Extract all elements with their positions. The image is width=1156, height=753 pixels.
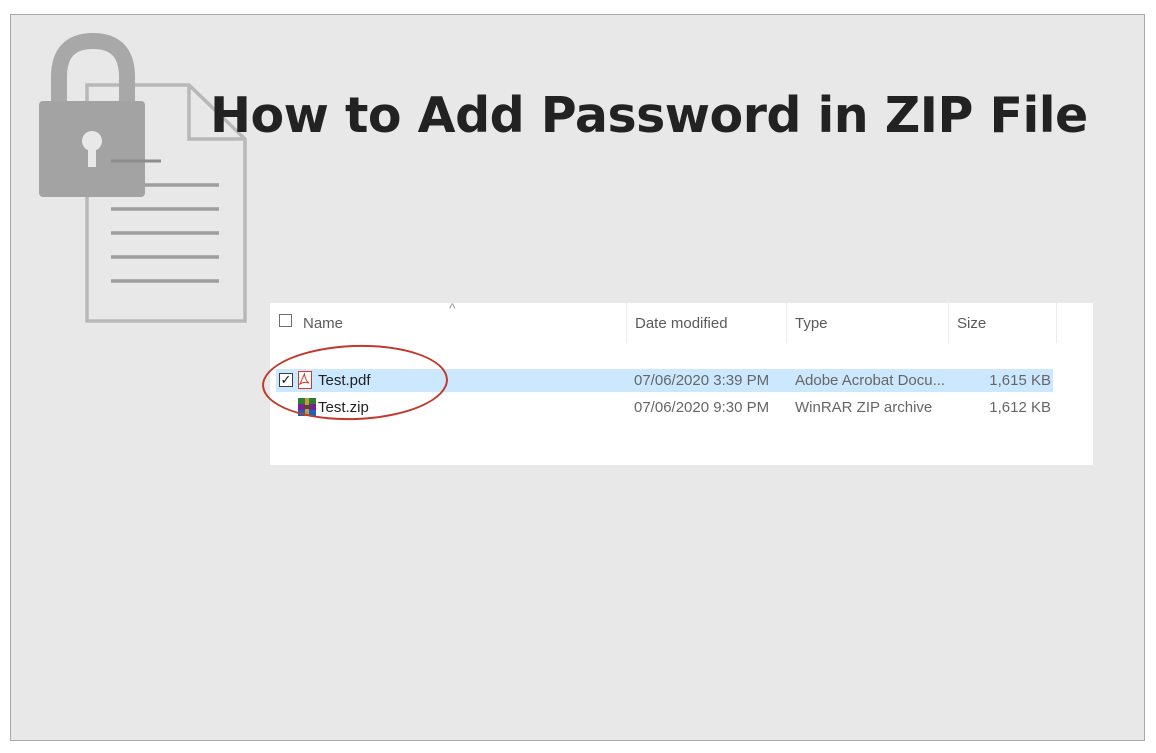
file-type: Adobe Acrobat Docu... bbox=[795, 372, 946, 389]
column-divider[interactable] bbox=[948, 303, 949, 343]
column-header-type[interactable]: Type bbox=[795, 315, 828, 332]
file-date-modified: 07/06/2020 9:30 PM bbox=[634, 399, 770, 416]
column-divider[interactable] bbox=[626, 303, 627, 343]
padlock-icon bbox=[39, 32, 161, 197]
column-divider[interactable] bbox=[1056, 303, 1057, 343]
column-divider[interactable] bbox=[786, 303, 787, 343]
column-header-name[interactable]: Name bbox=[303, 315, 343, 332]
column-header-date[interactable]: Date modified bbox=[635, 315, 728, 332]
column-header-row: Name ^ Date modified Type Size bbox=[270, 300, 1093, 343]
page-title: How to Add Password in ZIP File bbox=[210, 87, 1088, 144]
file-size: 1,615 KB bbox=[989, 372, 1051, 389]
lock-document-icon bbox=[39, 32, 247, 323]
file-size: 1,612 KB bbox=[989, 399, 1051, 416]
select-all-checkbox[interactable] bbox=[279, 314, 292, 327]
file-date-modified: 07/06/2020 3:39 PM bbox=[634, 372, 770, 389]
sort-ascending-icon: ^ bbox=[449, 300, 456, 316]
column-header-size[interactable]: Size bbox=[957, 315, 986, 332]
file-type: WinRAR ZIP archive bbox=[795, 399, 933, 416]
